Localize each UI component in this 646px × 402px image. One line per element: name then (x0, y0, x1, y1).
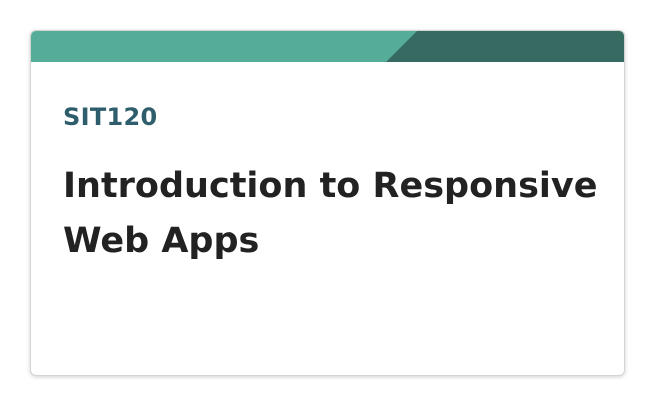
card-color-banner (31, 31, 624, 62)
unit-title: Introduction to Responsive Web Apps (63, 166, 598, 261)
banner-graphic (31, 31, 624, 62)
unit-code: SIT120 (63, 103, 158, 131)
banner-dark-band (386, 31, 624, 62)
unit-card[interactable]: SIT120 Introduction to Responsive Web Ap… (30, 30, 625, 376)
